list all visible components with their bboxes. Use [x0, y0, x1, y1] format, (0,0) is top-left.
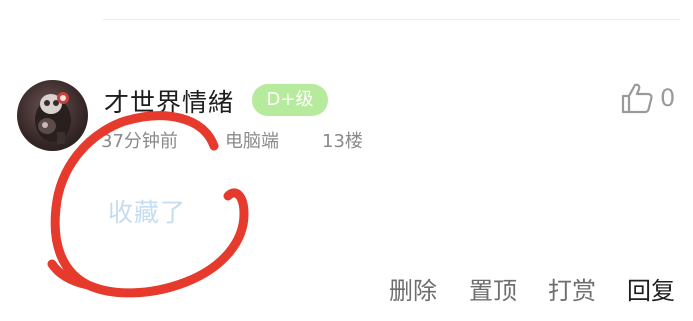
- level-badge: D+级: [252, 84, 328, 116]
- post-device: 电脑端: [225, 131, 279, 152]
- delete-button[interactable]: 删除: [389, 271, 437, 306]
- avatar-image: [35, 92, 71, 144]
- reward-button[interactable]: 打赏: [548, 271, 596, 306]
- like-count: 0: [660, 84, 676, 112]
- thumbs-up-icon: [620, 81, 654, 115]
- like-button[interactable]: 0: [620, 80, 675, 116]
- comment-content: 收藏了: [108, 198, 187, 227]
- top-divider: [103, 19, 680, 20]
- floor-number: 13楼: [322, 131, 363, 152]
- avatar[interactable]: [17, 80, 88, 151]
- post-time: 37分钟前: [101, 131, 178, 152]
- reply-button[interactable]: 回复: [627, 271, 675, 306]
- pin-button[interactable]: 置顶: [469, 271, 517, 306]
- username[interactable]: 才世界情緒: [104, 83, 234, 119]
